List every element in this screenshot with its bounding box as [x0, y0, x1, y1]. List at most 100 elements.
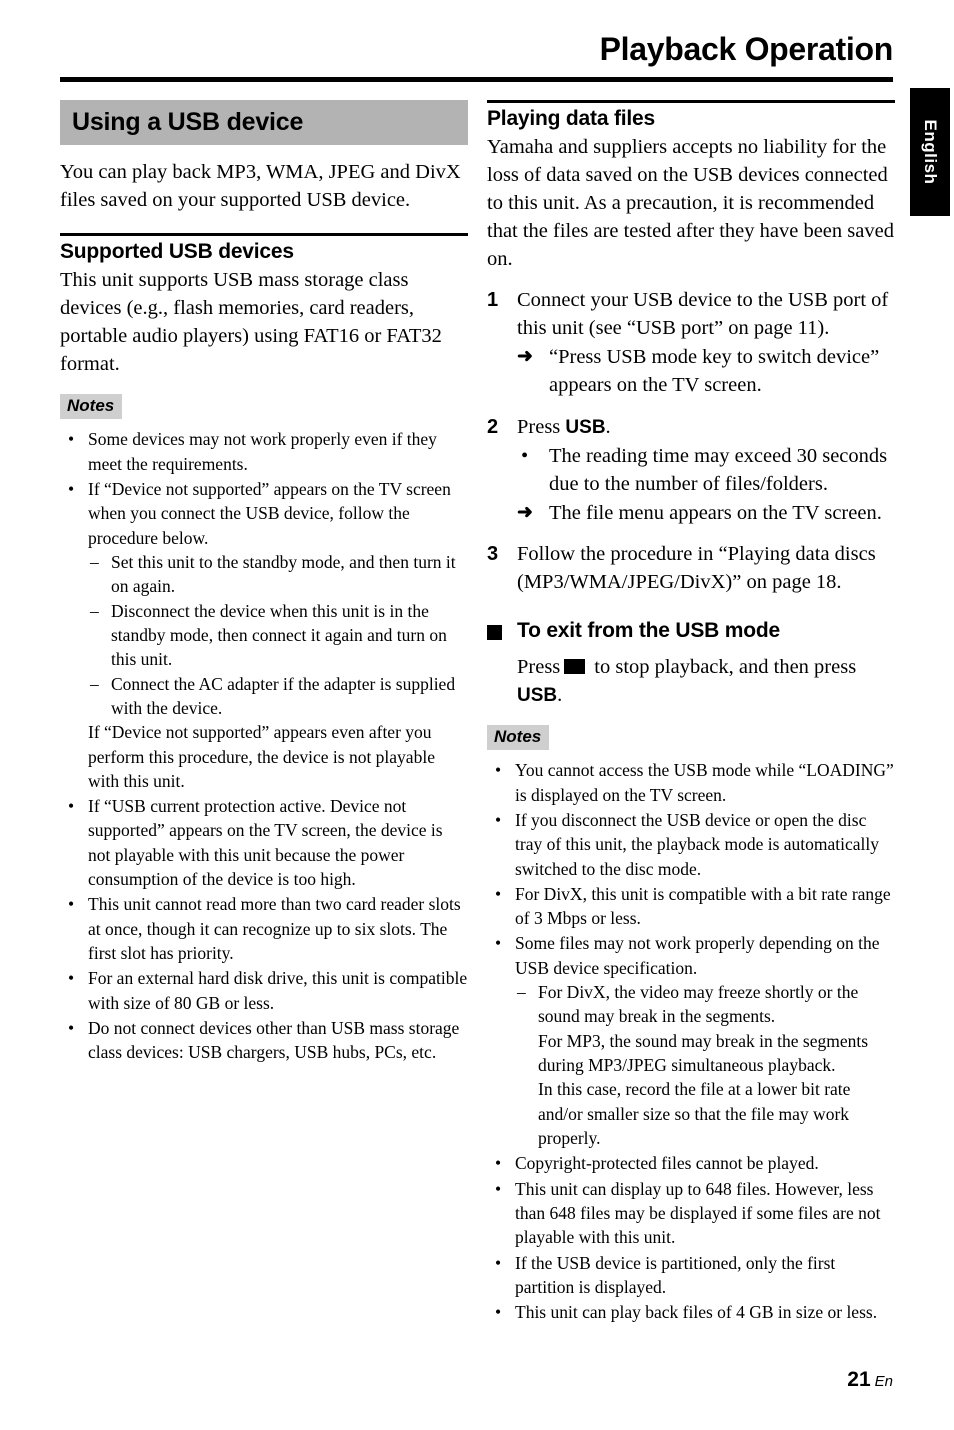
list-item: • You cannot access the USB mode while “… — [487, 758, 895, 807]
dash-icon: – — [90, 552, 99, 573]
note-subtext: For MP3, the sound may break in the segm… — [538, 1030, 869, 1076]
dash-icon: – — [90, 600, 99, 621]
step-text-prefix: Press — [517, 415, 566, 438]
list-item: – Connect the AC adapter if the adapter … — [88, 672, 468, 721]
stop-button-icon — [564, 659, 586, 675]
page-title: Playback Operation — [599, 31, 894, 67]
notes-list-right: • You cannot access the USB mode while “… — [487, 758, 895, 1324]
usb-key-label: USB — [565, 416, 606, 438]
note-text: If the USB device is partitioned, only t… — [515, 1252, 836, 1297]
note-trailing-text: If “Device not supported” appears even a… — [88, 722, 435, 791]
bullet-icon: • — [495, 809, 502, 830]
bullet-icon: • — [68, 968, 75, 989]
section-heading-using-usb-device: Using a USB device — [60, 100, 468, 145]
playing-data-files-paragraph: Yamaha and suppliers accepts no liabilit… — [487, 136, 894, 271]
right-column: Playing data files Yamaha and suppliers … — [487, 100, 895, 1325]
page-header: Playback Operation — [60, 31, 894, 67]
list-item: • This unit can display up to 648 files.… — [487, 1177, 895, 1250]
step-number: 3 — [487, 543, 499, 566]
bullet-icon: • — [68, 796, 75, 817]
step-callouts: • The reading time may exceed 30 seconds… — [517, 443, 895, 528]
square-bullet-icon — [487, 625, 502, 641]
language-side-tab-label: English — [921, 119, 940, 185]
note-subtext: In this case, record the file at a lower… — [538, 1079, 851, 1148]
page-number: 21 — [847, 1368, 871, 1391]
note-text: If you disconnect the USB device or open… — [515, 809, 880, 879]
note-text: Some files may not work properly dependi… — [515, 933, 880, 978]
list-item: • Some devices may not work properly eve… — [60, 427, 468, 476]
list-item: • If “USB current protection active. Dev… — [60, 794, 468, 891]
language-side-tab: English — [910, 88, 950, 216]
bullet-icon: • — [495, 1178, 502, 1199]
header-rule — [60, 77, 893, 82]
note-text: If “USB current protection active. Devic… — [88, 796, 443, 890]
exit-suffix: . — [557, 684, 563, 707]
list-item: • For an external hard disk drive, this … — [60, 966, 468, 1015]
step-text-suffix: . — [605, 415, 611, 438]
step-text: Press USB. — [517, 414, 895, 442]
bullet-icon: • — [495, 883, 502, 904]
bullet-icon: • — [521, 444, 529, 467]
list-item: • For DivX, this unit is compatible with… — [487, 882, 895, 931]
page-footer: 21 En — [60, 1368, 893, 1392]
language-code: En — [874, 1373, 893, 1390]
step-1: 1 Connect your USB device to the USB por… — [487, 287, 895, 400]
subsection-heading-supported-usb-devices: Supported USB devices — [60, 233, 468, 264]
usb-key-label: USB — [517, 685, 558, 707]
exit-middle: to stop playback, and then press — [594, 656, 857, 679]
bullet-icon: • — [68, 1017, 75, 1038]
bullet-icon: • — [68, 479, 75, 500]
arrow-icon: ➜ — [517, 501, 533, 523]
bullet-icon: • — [495, 1153, 502, 1174]
list-item: – For DivX, the video may freeze shortly… — [515, 980, 895, 1150]
procedure-steps: 1 Connect your USB device to the USB por… — [487, 287, 895, 597]
exit-heading-label: To exit from the USB mode — [517, 619, 780, 643]
note-subtext: Disconnect the device when this unit is … — [111, 600, 447, 670]
exit-prefix: Press — [517, 656, 561, 679]
step-result-text: “Press USB mode key to switch device” ap… — [549, 346, 880, 397]
manual-page: Playback Operation English Using a USB d… — [0, 0, 954, 1430]
bullet-icon: • — [495, 933, 502, 954]
arrow-icon: ➜ — [517, 346, 533, 368]
dash-icon: – — [90, 673, 99, 694]
bullet-icon: • — [495, 760, 502, 781]
note-text: This unit can play back files of 4 GB in… — [515, 1302, 878, 1323]
list-item: • This unit cannot read more than two ca… — [60, 892, 468, 965]
list-item: – Set this unit to the standby mode, and… — [88, 550, 468, 599]
list-item: • This unit can play back files of 4 GB … — [487, 1300, 895, 1324]
list-item: • Copyright-protected files cannot be pl… — [487, 1151, 895, 1175]
notes-list-left: • Some devices may not work properly eve… — [60, 427, 468, 1064]
step-text: Follow the procedure in “Playing data di… — [517, 543, 876, 594]
supported-devices-paragraph: This unit supports USB mass storage clas… — [60, 269, 442, 376]
step-3: 3 Follow the procedure in “Playing data … — [487, 541, 895, 597]
note-text: You cannot access the USB mode while “LO… — [515, 760, 894, 805]
list-item: • Some files may not work properly depen… — [487, 931, 895, 1150]
list-item: • The reading time may exceed 30 seconds… — [517, 443, 895, 499]
subsection-heading-playing-data-files: Playing data files — [487, 100, 895, 131]
note-text: For DivX, this unit is compatible with a… — [515, 883, 891, 929]
list-item: – Disconnect the device when this unit i… — [88, 599, 468, 672]
step-callouts: ➜ “Press USB mode key to switch device” … — [517, 344, 895, 400]
note-text: If “Device not supported” appears on the… — [88, 479, 451, 548]
left-column: Using a USB device You can play back MP3… — [60, 100, 468, 1066]
notes-label-right: Notes — [487, 725, 550, 751]
step-2: 2 Press USB. • The reading time may exce… — [487, 414, 895, 528]
list-item: • Do not connect devices other than USB … — [60, 1016, 468, 1065]
step-number: 2 — [487, 415, 499, 438]
dash-icon: – — [517, 982, 526, 1003]
bullet-icon: • — [495, 1302, 502, 1323]
notes-label-left: Notes — [60, 394, 123, 420]
note-subtext: Set this unit to the standby mode, and t… — [111, 552, 456, 597]
step-number: 1 — [487, 289, 499, 312]
list-item: ➜ The file menu appears on the TV screen… — [517, 500, 895, 528]
list-item: • If “Device not supported” appears on t… — [60, 477, 468, 793]
note-text: This unit cannot read more than two card… — [88, 894, 461, 964]
note-subtext: Connect the AC adapter if the adapter is… — [111, 673, 456, 718]
nested-dash-list: – For DivX, the video may freeze shortly… — [515, 980, 895, 1150]
note-text: Some devices may not work properly even … — [88, 429, 437, 474]
bullet-icon: • — [495, 1252, 502, 1273]
step-text: Connect your USB device to the USB port … — [517, 289, 889, 340]
nested-dash-list: – Set this unit to the standby mode, and… — [88, 550, 468, 720]
note-text: Do not connect devices other than USB ma… — [88, 1017, 460, 1063]
note-text: This unit can display up to 648 files. H… — [515, 1178, 881, 1248]
